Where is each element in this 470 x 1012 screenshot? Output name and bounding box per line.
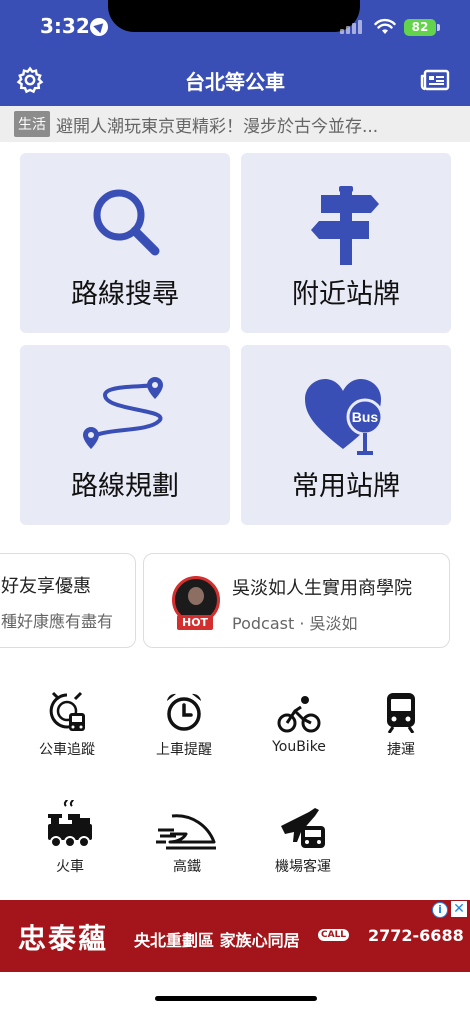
hot-badge: HOT (177, 615, 214, 630)
nearby-stops-label: 附近站牌 (292, 279, 400, 310)
metro-train-icon (387, 693, 415, 733)
route-icon (83, 377, 163, 449)
metro-label: 捷運 (387, 742, 415, 758)
ticker-headline[interactable]: 避開人潮玩東京更精彩！漫步於古今並存... (56, 112, 378, 137)
news-ticker[interactable]: 生活 避開人潮玩東京更精彩！漫步於古今並存... (0, 106, 470, 142)
promo-offer-title: 好友享優惠 (1, 576, 91, 597)
ad-call-tag: CALL (318, 929, 350, 941)
signpost-icon (311, 186, 379, 265)
shortcut-train[interactable]: 火車 (20, 800, 120, 876)
train-label: 火車 (56, 859, 84, 875)
app-header: 3:32 82 台北等公車 (0, 0, 470, 106)
ad-brand-logo: 忠泰蘊 (18, 922, 109, 955)
device-notch (108, 0, 360, 32)
news-icon[interactable] (420, 68, 450, 92)
bicycle-icon (277, 696, 321, 733)
ad-banner[interactable]: 忠泰蘊 央北重劃區 家族心同居 CALL 2772-6688 i ✕ (0, 900, 470, 972)
promo-card-offer[interactable]: 好友享優惠 種好康應有盡有 (0, 553, 136, 648)
location-arrow-icon (90, 18, 108, 36)
ticker-category-badge: 生活 (14, 111, 50, 137)
airport-bus-icon (281, 808, 325, 848)
steam-train-icon (48, 800, 92, 848)
battery-cap (437, 24, 440, 31)
battery-icon: 82 (404, 19, 436, 36)
status-time: 3:32 (40, 14, 90, 38)
podcast-subtitle: Podcast · 吳淡如 (232, 614, 358, 633)
shortcut-bus-tracking[interactable]: 公車追蹤 (17, 683, 117, 759)
wifi-icon (374, 18, 396, 34)
shortcut-high-speed-rail[interactable]: 高鐵 (137, 800, 237, 876)
route-planning-tile[interactable]: 路線規劃 (20, 345, 230, 525)
favorite-stops-tile[interactable]: Bus 常用站牌 (241, 345, 451, 525)
heart-bus-stop-icon: Bus (305, 379, 384, 455)
high-speed-rail-label: 高鐵 (173, 859, 201, 875)
shortcut-youbike[interactable]: YouBike (249, 683, 349, 755)
shortcut-airport-bus[interactable]: 機場客運 (253, 800, 353, 876)
route-search-label: 路線搜尋 (71, 279, 179, 310)
podcast-title: 吳淡如人生實用商學院 (232, 578, 412, 599)
home-indicator[interactable] (155, 996, 317, 1001)
bus-tracking-icon (49, 691, 85, 731)
route-planning-label: 路線規劃 (71, 471, 179, 502)
ad-copy: 央北重劃區 家族心同居 (134, 931, 300, 950)
shortcut-boarding-alert[interactable]: 上車提醒 (134, 683, 234, 759)
favorite-stops-label: 常用站牌 (292, 471, 400, 502)
bus-tracking-label: 公車追蹤 (39, 742, 95, 758)
bus-icon-text: Bus (352, 409, 379, 425)
ad-phone: 2772-6688 (368, 926, 464, 945)
signal-icon (340, 20, 362, 34)
route-search-tile[interactable]: 路線搜尋 (20, 153, 230, 333)
shortcut-metro[interactable]: 捷運 (351, 683, 451, 759)
ad-close-icon[interactable]: ✕ (451, 901, 467, 917)
nearby-stops-tile[interactable]: 附近站牌 (241, 153, 451, 333)
promo-card-podcast[interactable]: HOT 吳淡如人生實用商學院 Podcast · 吳淡如 (143, 553, 450, 648)
high-speed-rail-icon (156, 814, 216, 850)
boarding-alert-label: 上車提醒 (156, 742, 212, 758)
alarm-clock-icon (167, 693, 201, 731)
search-icon (93, 189, 160, 256)
youbike-label: YouBike (272, 739, 326, 755)
ad-info-icon[interactable]: i (432, 902, 448, 918)
airport-bus-label: 機場客運 (275, 859, 331, 875)
promo-offer-subtitle: 種好康應有盡有 (1, 612, 114, 631)
app-title: 台北等公車 (185, 70, 285, 94)
